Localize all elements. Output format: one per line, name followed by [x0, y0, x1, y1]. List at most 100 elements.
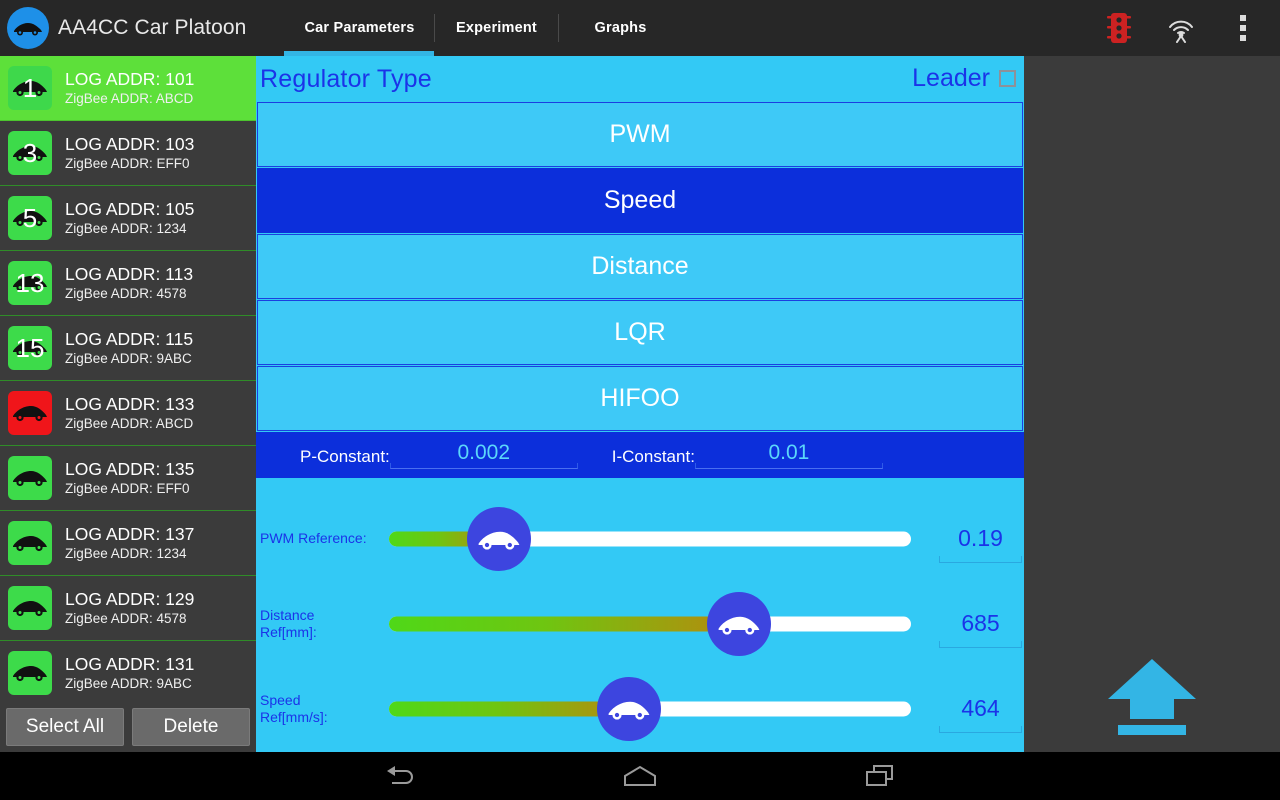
action-bar: AA4CC Car Platoon Car Parameters Experim…	[0, 0, 1280, 56]
car-meta: LOG ADDR: 101 ZigBee ADDR: ABCD	[65, 69, 194, 108]
car-list-item[interactable]: LOG ADDR: 137 ZigBee ADDR: 1234	[0, 511, 256, 576]
car-log-addr: LOG ADDR: 129	[65, 588, 195, 609]
home-icon[interactable]	[610, 752, 670, 800]
regulator-option-hifoo[interactable]: HIFOO	[257, 366, 1023, 431]
car-list-item[interactable]: LOG ADDR: 135 ZigBee ADDR: EFF0	[0, 446, 256, 511]
car-log-addr: LOG ADDR: 113	[65, 263, 194, 284]
car-meta: LOG ADDR: 115 ZigBee ADDR: 9ABC	[65, 329, 193, 368]
car-list-item[interactable]: 3 LOG ADDR: 103 ZigBee ADDR: EFF0	[0, 121, 256, 186]
back-icon[interactable]	[370, 752, 430, 800]
car-log-addr: LOG ADDR: 105	[65, 198, 195, 219]
pwm-reference-value-field[interactable]: 0.19	[937, 525, 1024, 563]
car-silhouette-icon	[13, 536, 47, 552]
regulator-header: Regulator Type Leader	[256, 56, 1024, 102]
car-meta: LOG ADDR: 135 ZigBee ADDR: EFF0	[65, 459, 194, 498]
traffic-light-icon[interactable]	[1088, 0, 1150, 56]
car-log-addr: LOG ADDR: 135	[65, 458, 195, 479]
recents-icon[interactable]	[850, 752, 910, 800]
car-silhouette-icon	[13, 406, 47, 422]
car-badge-icon	[8, 651, 52, 695]
back-glyph	[387, 766, 413, 784]
car-list-item[interactable]: 5 LOG ADDR: 105 ZigBee ADDR: 1234	[0, 186, 256, 251]
value-underline	[939, 556, 1022, 563]
regulator-option-distance[interactable]: Distance	[257, 234, 1023, 299]
regulator-option-label: Distance	[591, 252, 689, 280]
app-logo	[0, 0, 56, 56]
leader-checkbox[interactable]	[999, 70, 1016, 87]
tab-bar: Car Parameters Experiment Graphs	[284, 0, 682, 56]
speed-reference-slider[interactable]	[389, 676, 912, 741]
distance-reference-row: Distance Ref[mm]: 685	[256, 581, 1024, 666]
car-log-addr: LOG ADDR: 133	[65, 393, 195, 414]
car-zigbee-addr: ZigBee ADDR: 1234	[65, 220, 187, 236]
regulator-option-lqr[interactable]: LQR	[257, 300, 1023, 365]
distance-reference-slider[interactable]	[389, 591, 912, 656]
car-meta: LOG ADDR: 105 ZigBee ADDR: 1234	[65, 199, 194, 238]
tab-graphs-label: Graphs	[594, 20, 647, 36]
speed-reference-row: Speed Ref[mm/s]: 464	[256, 666, 1024, 751]
slider-thumb[interactable]	[466, 506, 531, 571]
car-zigbee-addr: ZigBee ADDR: 9ABC	[65, 675, 192, 691]
i-constant-value: 0.01	[768, 441, 810, 464]
car-log-addr: LOG ADDR: 101	[65, 68, 195, 89]
tab-experiment[interactable]: Experiment	[434, 0, 558, 56]
car-badge-icon: 3	[8, 131, 52, 175]
tab-graphs[interactable]: Graphs	[558, 0, 682, 56]
p-constant-input[interactable]: 0.002	[389, 441, 578, 469]
pwm-reference-slider[interactable]	[389, 506, 912, 571]
slider-thumb[interactable]	[706, 591, 771, 656]
car-list-item[interactable]: LOG ADDR: 133 ZigBee ADDR: ABCD	[0, 381, 256, 446]
slider-thumb[interactable]	[597, 676, 662, 741]
car-parameters-panel: Regulator Type Leader PWM Speed Distance…	[256, 56, 1024, 752]
leader-label: Leader	[912, 64, 990, 92]
upload-arrow-icon	[1108, 659, 1196, 735]
app-title: AA4CC Car Platoon	[58, 16, 247, 39]
regulator-option-speed[interactable]: Speed	[257, 168, 1023, 233]
speed-reference-value-field[interactable]: 464	[937, 695, 1024, 733]
car-list-item[interactable]: LOG ADDR: 129 ZigBee ADDR: 4578	[0, 576, 256, 641]
car-list-item[interactable]: LOG ADDR: 131 ZigBee ADDR: 9ABC	[0, 641, 256, 702]
car-meta: LOG ADDR: 129 ZigBee ADDR: 4578	[65, 589, 194, 628]
i-constant-label: I-Constant:	[611, 447, 695, 466]
car-zigbee-addr: ZigBee ADDR: 1234	[65, 545, 187, 561]
car-silhouette-icon	[13, 601, 47, 617]
reference-sliders: PWM Reference: 0.19 Distance Ref[mm]: 68…	[256, 478, 1024, 751]
regulator-option-pwm[interactable]: PWM	[257, 102, 1023, 167]
car-badge-icon	[8, 456, 52, 500]
car-list-item[interactable]: 15 LOG ADDR: 115 ZigBee ADDR: 9ABC	[0, 316, 256, 381]
distance-reference-label: Distance Ref[mm]:	[260, 606, 317, 640]
car-silhouette-icon	[13, 666, 47, 682]
car-zigbee-addr: ZigBee ADDR: EFF0	[65, 155, 190, 171]
speed-reference-label: Speed Ref[mm/s]:	[260, 691, 328, 725]
car-badge-icon	[8, 586, 52, 630]
select-all-button[interactable]: Select All	[6, 708, 124, 746]
leader-toggle[interactable]: Leader	[912, 64, 1016, 93]
distance-reference-value-field[interactable]: 685	[937, 610, 1024, 648]
car-list-item[interactable]: 1 LOG ADDR: 101 ZigBee ADDR: ABCD	[0, 56, 256, 121]
car-thumb-icon	[608, 701, 650, 720]
app-root: AA4CC Car Platoon Car Parameters Experim…	[0, 0, 1280, 800]
car-list[interactable]: 1 LOG ADDR: 101 ZigBee ADDR: ABCD 3 LOG …	[0, 56, 256, 702]
car-zigbee-addr: ZigBee ADDR: 4578	[65, 285, 187, 301]
car-logo-icon	[7, 7, 49, 49]
upload-button[interactable]	[1104, 656, 1200, 736]
car-zigbee-addr: ZigBee ADDR: ABCD	[65, 90, 194, 106]
overflow-dots-glyph	[1240, 15, 1246, 41]
car-meta: LOG ADDR: 103 ZigBee ADDR: EFF0	[65, 134, 194, 173]
car-sidebar: 1 LOG ADDR: 101 ZigBee ADDR: ABCD 3 LOG …	[0, 56, 256, 752]
car-number: 1	[22, 73, 38, 103]
car-number: 13	[15, 268, 45, 298]
action-bar-icons	[1088, 0, 1280, 56]
antenna-signal-icon[interactable]	[1150, 0, 1212, 56]
recents-glyph	[866, 765, 893, 786]
car-silhouette-icon	[13, 471, 47, 487]
car-badge-icon: 15	[8, 326, 52, 370]
car-list-item[interactable]: 13 LOG ADDR: 113 ZigBee ADDR: 4578	[0, 251, 256, 316]
car-meta: LOG ADDR: 113 ZigBee ADDR: 4578	[65, 264, 193, 303]
delete-button[interactable]: Delete	[132, 708, 250, 746]
i-constant-input[interactable]: 0.01	[694, 441, 883, 469]
slider-fill	[389, 616, 739, 631]
overflow-menu-icon[interactable]	[1212, 0, 1274, 56]
tab-car-parameters[interactable]: Car Parameters	[284, 0, 435, 56]
pwm-reference-value: 0.19	[958, 525, 1003, 551]
